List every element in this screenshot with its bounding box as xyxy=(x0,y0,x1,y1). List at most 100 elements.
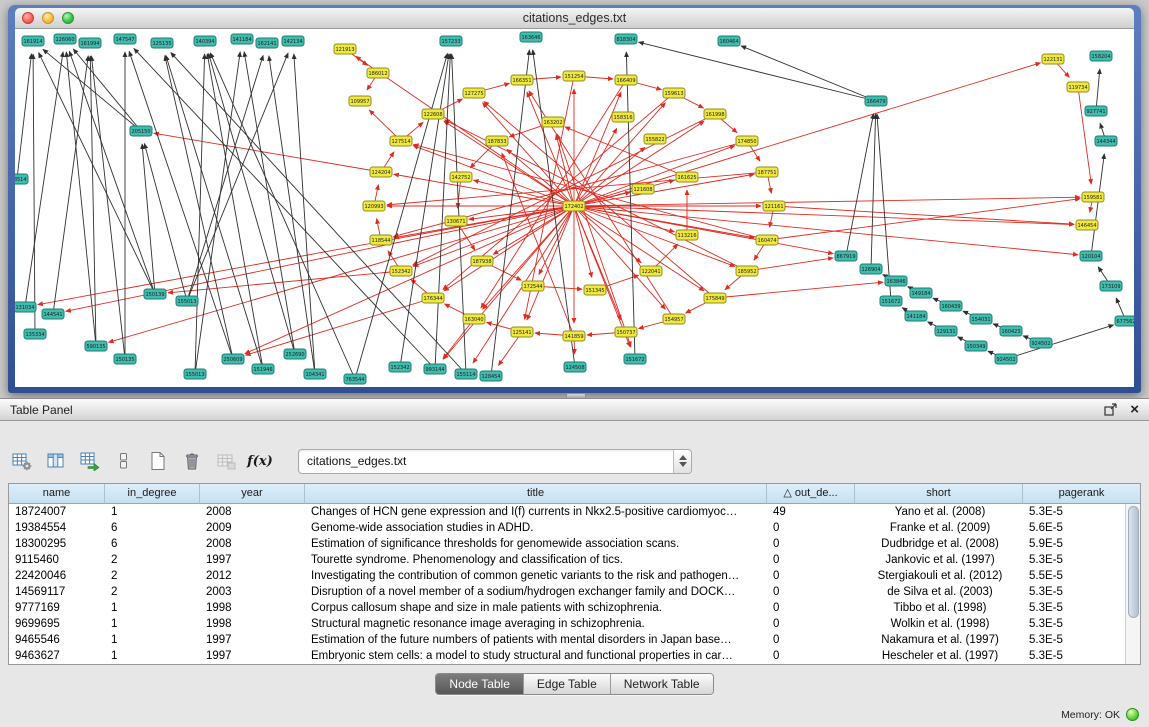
graph-node[interactable]: 126904 xyxy=(860,264,882,274)
graph-edge[interactable] xyxy=(574,197,1080,206)
graph-node[interactable]: 590135 xyxy=(85,341,107,351)
column-header-pagerank[interactable]: pagerank xyxy=(1023,484,1140,504)
graph-node[interactable]: 677562 xyxy=(1115,316,1134,326)
graph-edge[interactable] xyxy=(69,51,155,294)
graph-node[interactable]: 149184 xyxy=(910,288,932,298)
table-row[interactable]: 1938455462009Genome-wide association stu… xyxy=(9,520,1125,536)
graph-node[interactable]: 150135 xyxy=(114,354,136,364)
graph-edge[interactable] xyxy=(33,54,35,334)
column-header-in_degree[interactable]: in_degree xyxy=(105,484,200,504)
graph-edge[interactable] xyxy=(134,48,435,369)
graph-node[interactable]: 119734 xyxy=(1067,82,1089,92)
network-window-titlebar[interactable]: citations_edges.txt xyxy=(15,8,1134,29)
minimize-window-button[interactable] xyxy=(42,12,54,24)
network-graph-svg[interactable]: 1724021512541664091596131619981748501877… xyxy=(15,29,1134,387)
graph-node[interactable]: 125135 xyxy=(151,38,173,48)
import-table-icon[interactable] xyxy=(76,448,104,474)
graph-edge[interactable] xyxy=(565,127,687,177)
graph-node[interactable]: 162141 xyxy=(256,38,278,48)
graph-node[interactable]: 159581 xyxy=(1082,192,1104,202)
graph-node[interactable]: 160423 xyxy=(1000,326,1022,336)
graph-node[interactable]: 174850 xyxy=(736,136,758,146)
graph-node[interactable]: 163202 xyxy=(542,117,564,127)
graph-node[interactable]: 163646 xyxy=(520,32,542,42)
graph-node[interactable]: 118514 xyxy=(15,174,28,184)
table-row[interactable]: 946554611997Estimation of the future num… xyxy=(9,632,1125,648)
graph-edge[interactable] xyxy=(25,52,63,307)
graph-node[interactable]: 163040 xyxy=(463,314,485,324)
column-header-name[interactable]: name xyxy=(9,484,105,504)
graph-node[interactable]: 763544 xyxy=(344,374,366,384)
table-row[interactable]: 1872400712008Changes of HCN gene express… xyxy=(9,504,1125,520)
combobox-stepper-icon[interactable] xyxy=(673,450,691,473)
graph-node[interactable]: 121161 xyxy=(763,201,785,211)
graph-edge[interactable] xyxy=(574,92,621,206)
graph-node[interactable]: 187833 xyxy=(486,136,508,146)
graph-node[interactable]: 166409 xyxy=(615,75,637,85)
graph-edge[interactable] xyxy=(400,54,449,367)
graph-edge[interactable] xyxy=(90,56,96,346)
table-row[interactable]: 977716911998Corpus callosum shape and si… xyxy=(9,600,1125,616)
graph-node[interactable]: 127514 xyxy=(390,136,412,146)
graph-node[interactable]: 146454 xyxy=(1076,220,1098,230)
graph-edge[interactable] xyxy=(129,51,233,359)
import-file-icon-disabled[interactable] xyxy=(212,448,240,474)
tab-node-table[interactable]: Node Table xyxy=(436,674,523,694)
graph-edge[interactable] xyxy=(715,282,883,298)
graph-node[interactable]: 867919 xyxy=(835,251,857,261)
graph-node[interactable]: 122608 xyxy=(422,109,444,119)
graph-node[interactable]: 172402 xyxy=(563,201,585,211)
graph-edge[interactable] xyxy=(91,56,125,359)
column-chooser-icon[interactable] xyxy=(42,448,70,474)
graph-node[interactable]: 144344 xyxy=(1095,136,1117,146)
table-row[interactable]: 969969511998Structural magnetic resonanc… xyxy=(9,616,1125,632)
graph-node[interactable]: 122131 xyxy=(1042,54,1064,64)
graph-node[interactable]: 924502 xyxy=(995,354,1017,364)
rows-icon[interactable] xyxy=(110,448,138,474)
graph-node[interactable]: 160474 xyxy=(756,235,778,245)
graph-node[interactable]: 104341 xyxy=(304,369,326,379)
graph-node[interactable]: 150139 xyxy=(144,289,166,299)
graph-edge[interactable] xyxy=(39,53,155,294)
graph-node[interactable]: 158204 xyxy=(1090,51,1112,61)
graph-edge[interactable] xyxy=(574,206,1078,255)
graph-node[interactable]: 252690 xyxy=(284,349,306,359)
graph-node[interactable]: 124204 xyxy=(370,167,392,177)
graph-node[interactable]: 205150 xyxy=(130,126,152,136)
graph-edge[interactable] xyxy=(66,52,96,346)
graph-node[interactable]: 151254 xyxy=(563,71,585,81)
table-selector-combobox[interactable]: citations_edges.txt xyxy=(298,449,692,474)
graph-node[interactable]: 141184 xyxy=(231,34,253,44)
graph-node[interactable]: 118544 xyxy=(370,235,392,245)
graph-node[interactable]: 144541 xyxy=(42,309,64,319)
network-canvas[interactable]: 1724021512541664091596131619981748501877… xyxy=(15,29,1134,387)
graph-edge[interactable] xyxy=(747,258,833,271)
new-table-icon[interactable] xyxy=(144,448,172,474)
graph-edge[interactable] xyxy=(17,54,32,179)
graph-node[interactable]: 130671 xyxy=(445,216,467,226)
vertical-scrollbar[interactable] xyxy=(1125,504,1140,664)
graph-edge[interactable] xyxy=(195,52,240,374)
graph-edge[interactable] xyxy=(443,319,474,359)
graph-node[interactable]: 161998 xyxy=(704,109,726,119)
graph-node[interactable]: 122041 xyxy=(640,266,662,276)
graph-node[interactable]: 121608 xyxy=(632,184,654,194)
graph-edge[interactable] xyxy=(269,56,315,374)
graph-edge[interactable] xyxy=(195,54,205,374)
graph-node[interactable]: 129131 xyxy=(935,326,957,336)
graph-edge[interactable] xyxy=(38,206,574,305)
scrollbar-thumb[interactable] xyxy=(1128,506,1139,618)
tab-network-table[interactable]: Network Table xyxy=(610,674,713,694)
graph-node[interactable]: 154031 xyxy=(970,314,992,324)
graph-node[interactable]: 150737 xyxy=(615,327,637,337)
graph-node[interactable]: 187751 xyxy=(756,167,778,177)
graph-node[interactable]: 151672 xyxy=(880,296,902,306)
graph-node[interactable]: 120993 xyxy=(363,201,385,211)
graph-node[interactable]: 124508 xyxy=(564,362,586,372)
graph-node[interactable]: 927741 xyxy=(1085,106,1107,116)
table-row[interactable]: 1830029562008Estimation of significance … xyxy=(9,536,1125,552)
graph-edge[interactable] xyxy=(574,206,704,291)
column-header-short[interactable]: short xyxy=(855,484,1023,504)
graph-node[interactable]: 125141 xyxy=(511,327,533,337)
graph-edge[interactable] xyxy=(210,53,355,379)
